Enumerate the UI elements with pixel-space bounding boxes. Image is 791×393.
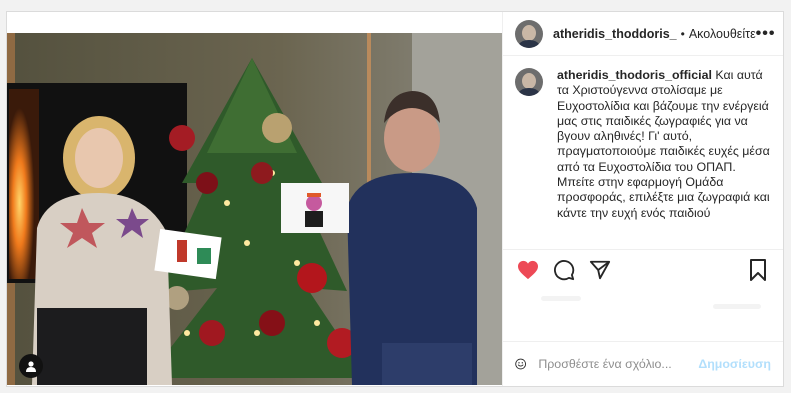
share-icon [589, 260, 611, 280]
action-bar [503, 250, 783, 290]
comment-button[interactable] [551, 258, 577, 282]
likes-placeholder [503, 290, 783, 342]
like-button[interactable] [515, 258, 541, 282]
instagram-post: atheridis_thoddoris_ • Ακολουθείτε ••• a… [6, 11, 784, 387]
post-photo[interactable] [7, 33, 502, 385]
separator-dot: • [680, 26, 685, 41]
post-comment-button[interactable]: Δημοσίευση [698, 357, 771, 371]
heart-icon [518, 260, 538, 280]
caption-section: atheridis_thodoris_official Και αυτά τα … [503, 56, 783, 250]
caption-avatar[interactable] [515, 68, 543, 96]
avatar[interactable] [515, 19, 543, 48]
author-username[interactable]: atheridis_thoddoris_ [553, 27, 677, 41]
christmas-tree-photo [7, 33, 502, 385]
comment-icon [554, 260, 575, 281]
comment-bar: Δημοσίευση [503, 342, 783, 386]
more-options-icon[interactable]: ••• [756, 25, 776, 43]
caption-username[interactable]: atheridis_thodoris_official [557, 68, 712, 82]
share-button[interactable] [587, 258, 613, 282]
post-caption: atheridis_thodoris_official Και αυτά τα … [557, 68, 773, 249]
post-sidebar: atheridis_thoddoris_ • Ακολουθείτε ••• a… [502, 12, 783, 386]
following-button[interactable]: Ακολουθείτε [689, 27, 756, 41]
comment-input[interactable] [538, 357, 699, 371]
post-header: atheridis_thoddoris_ • Ακολουθείτε ••• [503, 12, 783, 56]
save-button[interactable] [745, 258, 771, 282]
emoji-icon[interactable] [515, 353, 527, 375]
caption-text: Και αυτά τα Χριστούγεννα στολίσαμε με Ευ… [557, 68, 770, 220]
bookmark-icon [750, 259, 766, 281]
user-tag-button[interactable] [19, 354, 43, 378]
user-tag-icon [26, 361, 36, 372]
